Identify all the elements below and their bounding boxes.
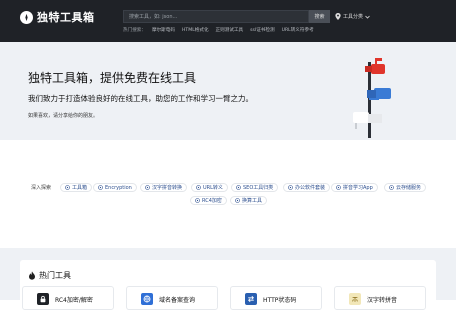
tag-label: URL转义 xyxy=(203,185,223,191)
tag-label: RC4加密 xyxy=(202,198,222,204)
hero-subtitle: 我们致力于打造体验良好的在线工具，助您的工作和学习一臂之力。 xyxy=(28,94,253,103)
tag-link[interactable]: RC4加密 xyxy=(190,196,227,205)
hot-tools-card: 热门工具 RC4加密/解密 域名备案查询 HTTP状态码 汉字转拼音 xyxy=(20,260,436,320)
tag-label: SEO工具归类 xyxy=(243,185,274,191)
search-button[interactable]: 搜索 xyxy=(309,10,330,23)
tool-card[interactable]: 汉字转拼音 xyxy=(334,286,426,310)
tag-link[interactable]: 办公软件套装 xyxy=(283,183,331,192)
tool-card[interactable]: 域名备案查询 xyxy=(126,286,218,310)
flame-icon xyxy=(29,271,35,280)
tag-icon xyxy=(389,185,394,190)
hot-tools-section: 热门工具 RC4加密/解密 域名备案查询 HTTP状态码 汉字转拼音 xyxy=(0,248,456,320)
category-menu-label: 工具分类 xyxy=(343,14,364,20)
tag-label: 办公软件套装 xyxy=(295,185,326,191)
tag-icon xyxy=(336,185,341,190)
tag-label: 拼音学习App xyxy=(343,185,373,191)
pinyin-icon xyxy=(349,293,361,305)
hot-search-link[interactable]: ssl证书检测 xyxy=(250,27,274,33)
tag-icon xyxy=(98,185,103,190)
hot-search-label: 热门搜索： xyxy=(123,28,146,33)
tag-icon xyxy=(288,185,293,190)
hero-note: 如果喜欢，请分享给你的朋友。 xyxy=(28,113,99,119)
tag-icon xyxy=(236,185,241,190)
hot-search-link[interactable]: HTML格式化 xyxy=(182,27,209,33)
explore-tags-section: 深入探索 工具箱 Encryption 汉字拼音转换 URL转义 SEO工具归类… xyxy=(0,140,456,248)
tag-link[interactable]: 汉字拼音转换 xyxy=(140,183,188,192)
tool-card[interactable]: HTTP状态码 xyxy=(230,286,322,310)
tag-label: 汉字拼音转换 xyxy=(152,185,183,191)
tag-link[interactable]: 换算工具 xyxy=(230,196,268,205)
hero-title: 独特工具箱，提供免费在线工具 xyxy=(28,71,197,85)
tag-icon xyxy=(196,185,201,190)
explore-label: 深入探索 xyxy=(31,185,52,191)
site-logo[interactable]: 独特工具箱 xyxy=(20,9,95,25)
hot-tools-heading: 热门工具 xyxy=(28,270,71,281)
tag-icon xyxy=(65,185,70,190)
tag-link[interactable]: URL转义 xyxy=(191,183,228,192)
globe-icon xyxy=(141,293,153,305)
top-header: 独特工具箱 搜索 工具分类 热门搜索： 摩尔斯电码 HTML格式化 正则测试工具… xyxy=(0,0,456,42)
lock-icon xyxy=(37,293,49,305)
search-input[interactable] xyxy=(123,10,309,23)
hero-banner: 独特工具箱，提供免费在线工具 我们致力于打造体验良好的在线工具，助您的工作和学习… xyxy=(0,42,456,140)
hot-tools-title: 热门工具 xyxy=(39,271,71,280)
chevron-down-icon xyxy=(365,15,370,19)
tag-link[interactable]: 工具箱 xyxy=(60,183,93,192)
arrows-icon xyxy=(245,293,257,305)
tag-label: 换算工具 xyxy=(242,198,263,204)
mailbox-illustration xyxy=(353,58,391,138)
hot-search-bar: 热门搜索： 摩尔斯电码 HTML格式化 正则测试工具 ssl证书检测 URL转义… xyxy=(123,26,321,34)
compass-icon xyxy=(20,10,33,24)
tag-icon xyxy=(145,185,150,190)
category-menu[interactable]: 工具分类 xyxy=(335,12,370,21)
hot-search-link[interactable]: 摩尔斯电码 xyxy=(152,27,175,33)
tag-label: 云存储服务 xyxy=(396,185,422,191)
tag-link[interactable]: 云存储服务 xyxy=(384,183,427,192)
tag-label: 工具箱 xyxy=(72,185,88,191)
site-name: 独特工具箱 xyxy=(37,11,95,24)
tag-link[interactable]: Encryption xyxy=(93,183,137,192)
tag-label: Encryption xyxy=(105,184,132,191)
hot-search-link[interactable]: 正则测试工具 xyxy=(216,27,244,33)
tool-card[interactable]: RC4加密/解密 xyxy=(22,286,114,310)
search-box: 搜索 xyxy=(123,10,330,23)
tag-link[interactable]: 拼音学习App xyxy=(331,183,378,192)
location-pin-icon xyxy=(335,13,341,20)
tag-icon xyxy=(235,198,240,203)
tag-link[interactable]: SEO工具归类 xyxy=(231,183,279,192)
tag-icon xyxy=(195,198,200,203)
hot-search-link[interactable]: URL转义符参考 xyxy=(282,27,314,33)
